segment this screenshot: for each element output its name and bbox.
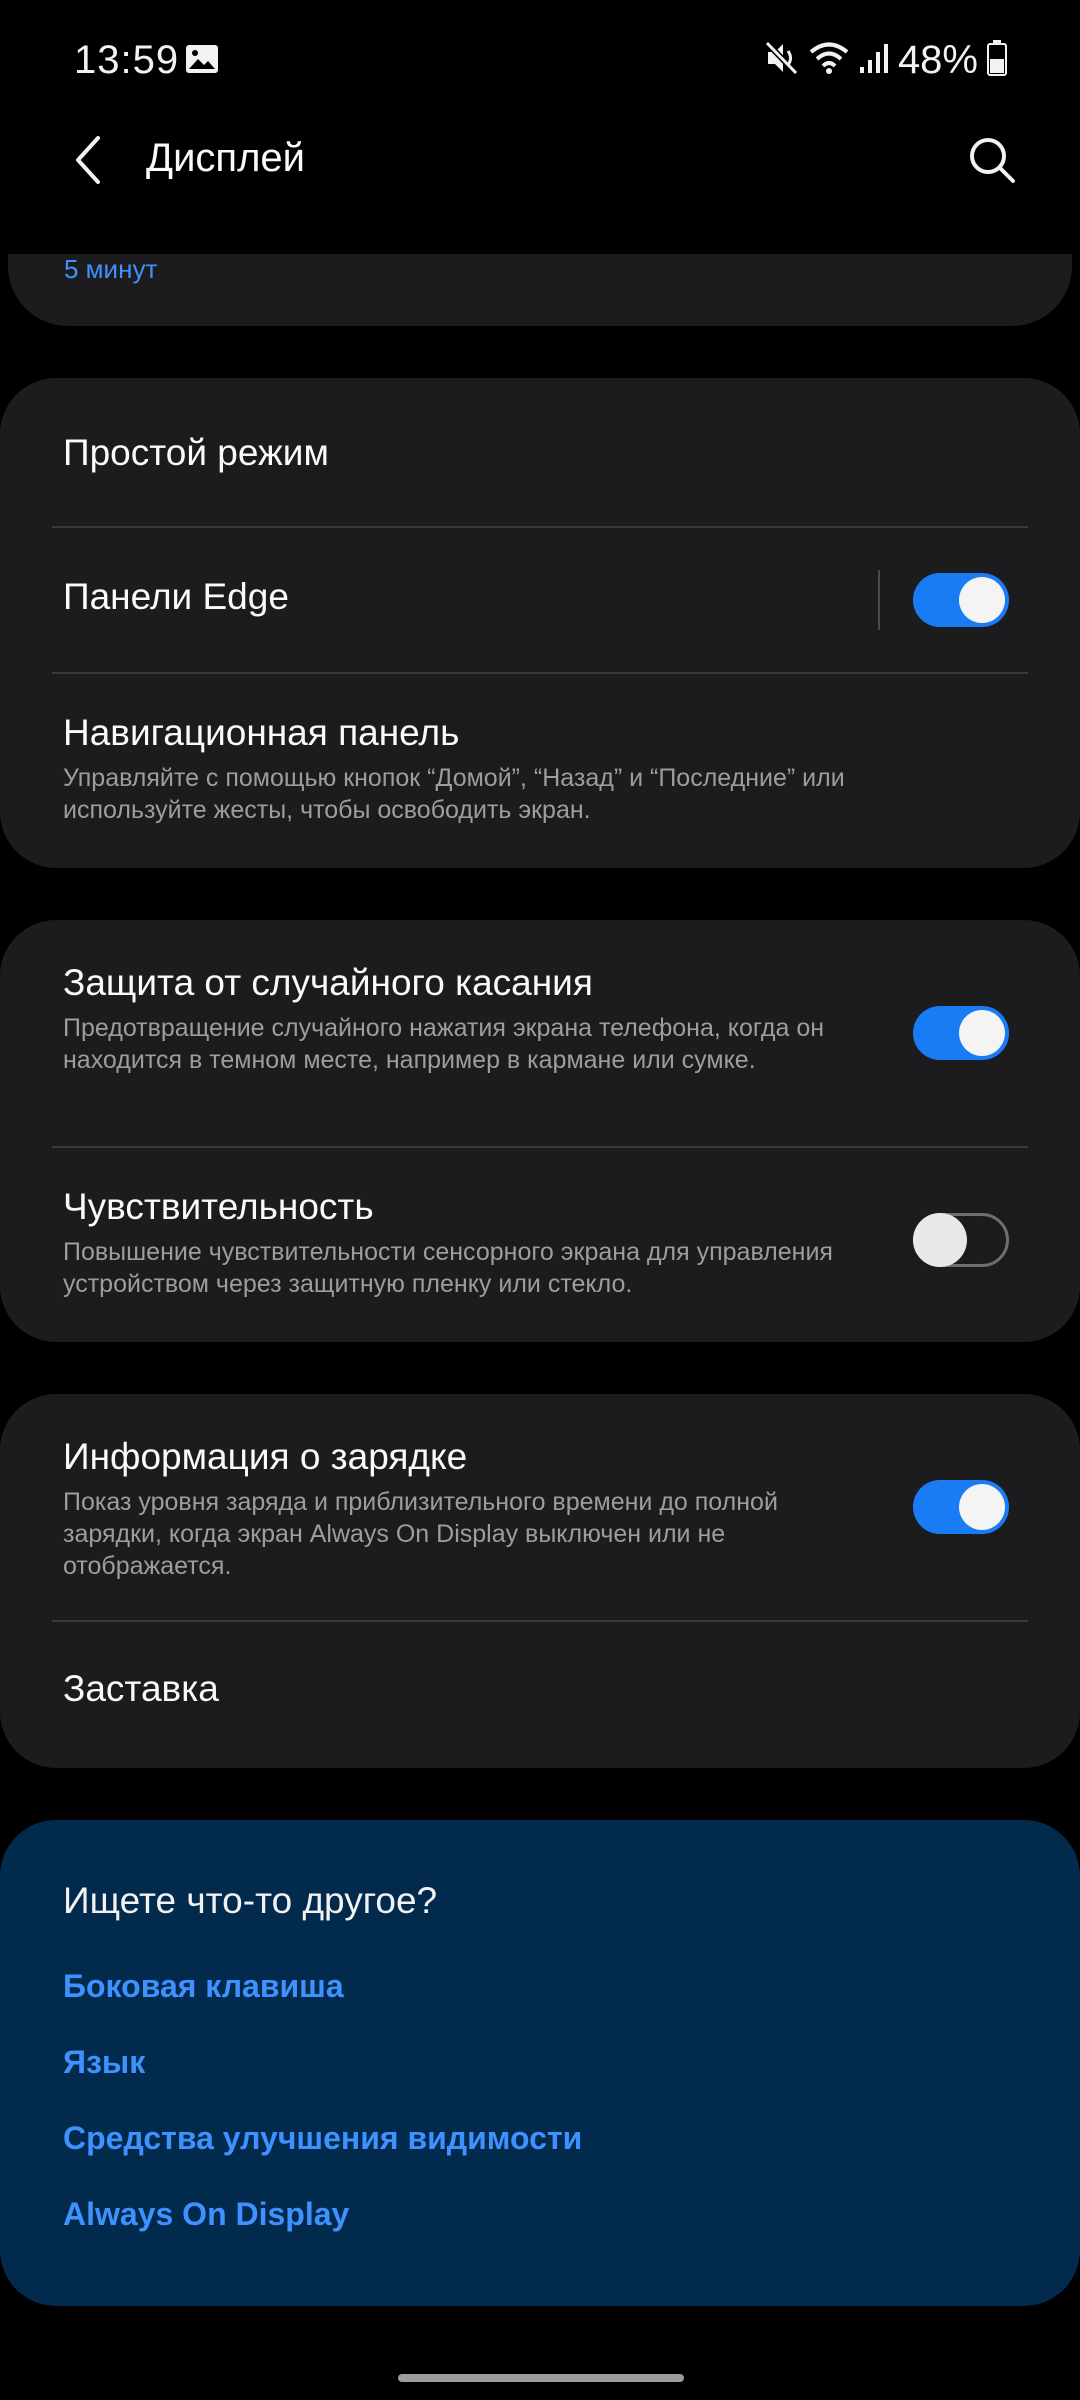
related-link-visibility[interactable]: Средства улучшения видимости bbox=[63, 2120, 582, 2157]
nav-bar-item[interactable]: Навигационная панель Управляйте с помощь… bbox=[0, 674, 1080, 868]
home-indicator[interactable] bbox=[398, 2374, 684, 2382]
status-icons: 48% bbox=[764, 38, 1008, 83]
sensitivity-toggle[interactable] bbox=[913, 1213, 1009, 1267]
accidental-touch-item[interactable]: Защита от случайного касания Предотвраще… bbox=[0, 920, 1080, 1146]
sensitivity-title: Чувствительность bbox=[63, 1186, 374, 1227]
charging-info-title: Информация о зарядке bbox=[63, 1436, 468, 1477]
status-bar: 13:59 48% bbox=[0, 0, 1080, 120]
sensitivity-subtitle: Повышение чувствительности сенсорного эк… bbox=[63, 1238, 833, 1298]
charging-info-item[interactable]: Информация о зарядке Показ уровня заряда… bbox=[0, 1394, 1080, 1620]
vertical-divider bbox=[878, 570, 880, 630]
wifi-icon bbox=[808, 40, 850, 81]
back-button[interactable] bbox=[56, 128, 120, 192]
image-icon bbox=[185, 44, 219, 79]
page-title: Дисплей bbox=[146, 136, 306, 180]
nav-bar-subtitle: Управляйте с помощью кнопок “Домой”, “На… bbox=[63, 764, 845, 824]
related-title: Ищете что-то другое? bbox=[63, 1880, 438, 1921]
edge-panels-toggle[interactable] bbox=[913, 573, 1009, 627]
screensaver-item[interactable]: Заставка bbox=[0, 1622, 1080, 1768]
screen-timeout-value: 5 минут bbox=[64, 254, 158, 284]
mute-icon bbox=[764, 39, 800, 82]
settings-group-2: Защита от случайного касания Предотвраще… bbox=[0, 920, 1080, 1342]
status-time: 13:59 bbox=[74, 38, 180, 82]
related-link-language[interactable]: Язык bbox=[63, 2044, 145, 2081]
battery-icon bbox=[986, 39, 1008, 82]
accidental-touch-toggle[interactable] bbox=[913, 1006, 1009, 1060]
charging-info-subtitle: Показ уровня заряда и приблизительного в… bbox=[63, 1488, 778, 1580]
chevron-left-icon bbox=[76, 136, 100, 184]
accidental-touch-title: Защита от случайного касания bbox=[63, 962, 593, 1003]
easy-mode-item[interactable]: Простой режим bbox=[0, 378, 1080, 526]
sensitivity-item[interactable]: Чувствительность Повышение чувствительно… bbox=[0, 1148, 1080, 1342]
related-link-aod[interactable]: Always On Display bbox=[63, 2196, 349, 2233]
edge-panels-title: Панели Edge bbox=[63, 576, 289, 617]
charging-info-toggle[interactable] bbox=[913, 1480, 1009, 1534]
easy-mode-title: Простой режим bbox=[63, 432, 329, 473]
related-link-side-key[interactable]: Боковая клавиша bbox=[63, 1968, 344, 2005]
search-button[interactable] bbox=[960, 128, 1024, 192]
related-suggestions: Ищете что-то другое? Боковая клавиша Язы… bbox=[0, 1820, 1080, 2306]
signal-icon bbox=[858, 41, 890, 80]
battery-percent: 48% bbox=[897, 38, 978, 82]
settings-group-3: Информация о зарядке Показ уровня заряда… bbox=[0, 1394, 1080, 1768]
app-header: Дисплей bbox=[0, 120, 1080, 202]
accidental-touch-subtitle: Предотвращение случайного нажатия экрана… bbox=[63, 1014, 825, 1074]
edge-panels-item[interactable]: Панели Edge bbox=[0, 528, 1080, 674]
nav-bar-title: Навигационная панель bbox=[63, 712, 460, 753]
screen-timeout-item[interactable]: 5 минут bbox=[8, 254, 1072, 326]
settings-group-1: Простой режим Панели Edge Навигационная … bbox=[0, 378, 1080, 868]
screensaver-title: Заставка bbox=[63, 1668, 219, 1709]
search-icon bbox=[970, 138, 1015, 183]
